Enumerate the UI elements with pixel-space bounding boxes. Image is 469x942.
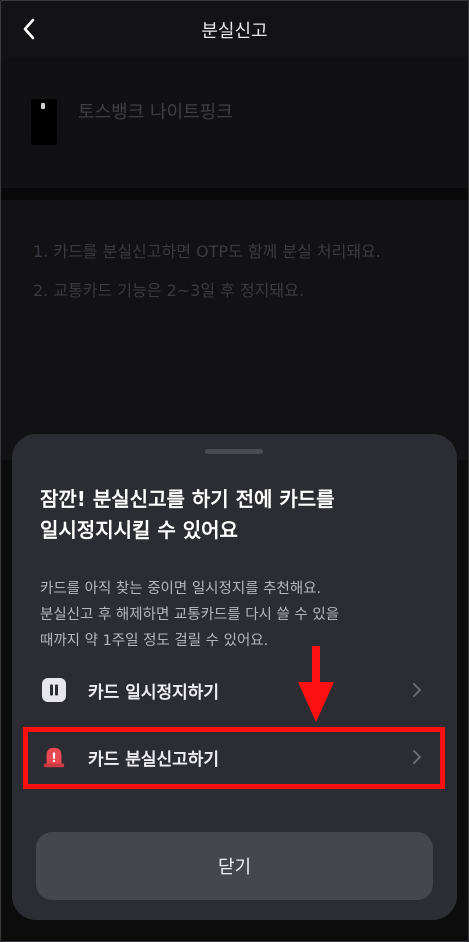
page-title: 분실신고 xyxy=(201,21,268,42)
sheet-title-line: 잠깐! 분실신고를 하기 전에 카드를 xyxy=(40,487,335,511)
close-button[interactable]: 닫기 xyxy=(36,832,433,900)
sheet-desc-line: 카드를 아직 찾는 중이면 일시정지를 추천해요. xyxy=(40,581,322,597)
siren-icon xyxy=(41,744,67,770)
card-info-row: 토스뱅크 나이트핑크 xyxy=(0,58,469,188)
card-image xyxy=(31,99,57,145)
arrow-down-icon xyxy=(298,646,334,722)
sheet-title-line: 일시정지시킬 수 있어요 xyxy=(40,518,238,542)
card-name: 토스뱅크 나이트핑크 xyxy=(78,102,233,123)
sheet-title: 잠깐! 분실신고를 하기 전에 카드를 일시정지시킬 수 있어요 xyxy=(40,484,440,546)
pause-icon xyxy=(41,677,67,703)
sheet-handle[interactable] xyxy=(205,449,263,454)
option-label: 카드 일시정지하기 xyxy=(88,682,220,703)
sheet-desc-line: 때까지 약 1주일 정도 걸릴 수 있어요. xyxy=(40,633,269,649)
notice-list: 1. 카드를 분실신고하면 OTP도 함께 분실 처리돼요. 2. 교통카드 기… xyxy=(0,200,469,460)
option-pause-card[interactable]: 카드 일시정지하기 xyxy=(24,663,445,717)
sheet-desc-line: 분실신고 후 해제하면 교통카드를 다시 쓸 수 있을 xyxy=(40,607,340,623)
chevron-right-icon xyxy=(411,750,423,764)
option-label: 카드 분실신고하기 xyxy=(88,749,220,770)
option-report-lost[interactable]: 카드 분실신고하기 xyxy=(24,730,445,784)
top-nav-bar: 분실신고 xyxy=(0,0,469,58)
section-divider xyxy=(0,188,469,200)
sheet-description: 카드를 아직 찾는 중이면 일시정지를 추천해요. 분실신고 후 해제하면 교통… xyxy=(40,576,440,654)
chevron-right-icon xyxy=(411,683,423,697)
notice-item: 1. 카드를 분실신고하면 OTP도 함께 분실 처리돼요. xyxy=(33,242,381,261)
notice-item: 2. 교통카드 기능은 2~3일 후 정지돼요. xyxy=(33,281,304,300)
bottom-sheet: 잠깐! 분실신고를 하기 전에 카드를 일시정지시킬 수 있어요 카드를 아직 … xyxy=(12,434,457,920)
